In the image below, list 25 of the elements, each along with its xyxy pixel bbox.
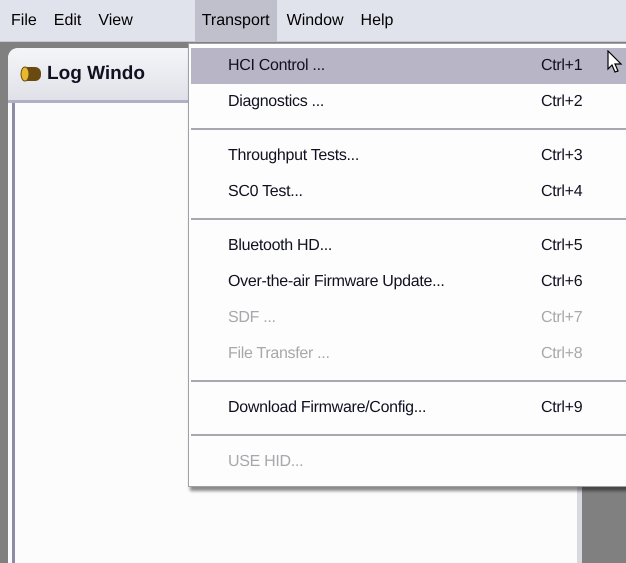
shortcut-label: Ctrl+6 (541, 273, 582, 291)
menu-item[interactable]: Throughput Tests... Ctrl+3 (191, 138, 626, 174)
shortcut-label: Ctrl+2 (541, 93, 582, 111)
menu-item[interactable]: Over-the-air Firmware Update... Ctrl+6 (191, 264, 626, 300)
menu-item[interactable]: SC0 Test... Ctrl+4 (191, 174, 626, 210)
menu-item[interactable]: HCI Control ... Ctrl+1 (191, 48, 626, 84)
menu-item[interactable]: Download Firmware/Config... Ctrl+9 (191, 390, 626, 426)
shortcut-label: Ctrl+8 (541, 345, 582, 363)
menu-item[interactable]: Window (280, 0, 351, 42)
menu-item[interactable]: Help (354, 0, 400, 42)
menu-item[interactable]: Transport (194, 0, 277, 42)
menu-item[interactable]: View (91, 0, 140, 42)
menu-item[interactable]: Edit (46, 0, 88, 42)
shortcut-label: Ctrl+4 (541, 183, 582, 201)
shortcut-label: Ctrl+7 (541, 309, 582, 327)
cursor-icon (607, 50, 622, 73)
menu-item[interactable]: File (4, 0, 44, 42)
shortcut-label: Ctrl+3 (541, 147, 582, 165)
shortcut-label: Ctrl+5 (541, 237, 582, 255)
menu-item[interactable]: Bluetooth HD... Ctrl+5 (191, 228, 626, 264)
menu-item[interactable]: Diagnostics ... Ctrl+2 (191, 84, 626, 120)
window-title: Log Windo (47, 63, 145, 85)
shortcut-label: Ctrl+9 (541, 399, 582, 417)
log-icon (20, 66, 42, 82)
shortcut-label: Ctrl+1 (541, 57, 582, 75)
